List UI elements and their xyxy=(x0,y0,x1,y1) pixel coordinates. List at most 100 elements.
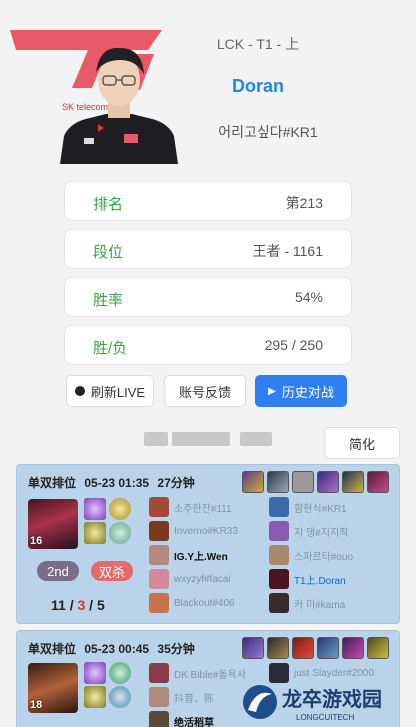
champion-level: 16 xyxy=(30,535,43,547)
secondary-rune-icon xyxy=(109,522,131,544)
player-name: T1上.Doran xyxy=(294,575,346,587)
list-item[interactable]: 스파르타#ouo xyxy=(269,543,353,567)
stat-value: 第213 xyxy=(285,195,323,211)
queue-type: 单双排位 xyxy=(28,476,77,490)
summoner-spell-icon xyxy=(84,662,106,684)
simplify-button[interactable]: 简化 xyxy=(324,427,400,459)
match-history-label: 历史对战 xyxy=(281,384,334,400)
item-build xyxy=(242,471,389,493)
player-name: 카 미#kama xyxy=(294,599,346,611)
league-team-role: LCK - T1 - 上 xyxy=(216,36,300,52)
refresh-live-button[interactable]: 刷新LIVE xyxy=(66,375,154,407)
player-name: wxyzyf#facai xyxy=(174,573,231,585)
deaths: 3 xyxy=(77,597,86,613)
player-header: SK telecom LCK - T1 - 上 Doran 어리고싶다#KR1 xyxy=(0,0,416,170)
summoner-spell-icon xyxy=(84,498,106,520)
assists: 5 xyxy=(96,597,105,613)
stat-label: 胜/负 xyxy=(93,340,128,357)
player-name: 소주한잔#111 xyxy=(174,503,232,515)
stat-value: 王者 - 1161 xyxy=(252,243,323,259)
keystone-rune-icon xyxy=(109,662,131,684)
stat-value: 54% xyxy=(294,289,323,305)
player-name: Blackout#406 xyxy=(174,597,235,609)
player-name: 绝活稻草 xyxy=(174,717,214,727)
keystone-rune-icon xyxy=(109,498,131,520)
player-name: 지 댕#지지직 xyxy=(294,527,349,539)
list-item[interactable]: 抖音、陈 xyxy=(149,685,246,709)
stat-winrate: 胜率 54% xyxy=(64,277,352,317)
left-team-list: DK Bible#돌욕사 抖音、陈 绝活稻草 xyxy=(149,661,246,727)
watermark-subtitle: LONGCUITECH xyxy=(296,713,354,722)
list-item[interactable]: Blackout#406 xyxy=(149,591,238,615)
kills: 11 xyxy=(51,597,66,613)
player-name: IG.Y上.Wen xyxy=(174,551,228,563)
champion-icon xyxy=(149,497,169,517)
list-item[interactable]: 소주한잔#111 xyxy=(149,495,238,519)
champion-portrait[interactable]: 16 xyxy=(28,499,78,549)
match-datetime: 05-23 01:35 xyxy=(84,476,150,490)
left-team-list: 소주한잔#111 Inverno#KR33 IG.Y上.Wen wxyzyf#f… xyxy=(149,495,238,615)
refresh-live-label: 刷新LIVE xyxy=(90,384,146,400)
list-item[interactable]: 绝活稻草 xyxy=(149,709,246,727)
match-card[interactable]: 单双排位 05-23 01:35 27分钟 16 2nd 双杀 11 / 3 /… xyxy=(16,464,400,624)
champion-portrait[interactable]: 18 xyxy=(28,663,78,713)
list-item[interactable]: IG.Y上.Wen xyxy=(149,543,238,567)
champion-icon xyxy=(269,569,289,589)
live-dot-icon xyxy=(74,386,85,396)
list-item[interactable]: 함현식#KR1 xyxy=(269,495,353,519)
list-item[interactable]: 지 댕#지지직 xyxy=(269,519,353,543)
list-item[interactable]: 카 미#kama xyxy=(269,591,353,615)
queue-type: 单双排位 xyxy=(28,642,77,656)
champion-icon xyxy=(149,569,169,589)
champion-icon xyxy=(149,593,169,613)
stat-value: 295 / 250 xyxy=(264,337,323,353)
match-history-button[interactable]: ▶ 历史对战 xyxy=(255,375,347,407)
champion-icon xyxy=(149,711,169,727)
match-duration: 27分钟 xyxy=(157,476,195,490)
match-duration: 35分钟 xyxy=(157,642,195,656)
item-icon xyxy=(367,637,389,659)
stat-label: 排名 xyxy=(93,196,124,213)
account-feedback-button[interactable]: 账号反馈 xyxy=(164,375,246,407)
stat-label: 段位 xyxy=(93,244,124,261)
champion-icon xyxy=(149,545,169,565)
champion-level: 18 xyxy=(30,699,43,711)
champion-icon xyxy=(149,663,169,683)
list-item[interactable]: DK Bible#돌욕사 xyxy=(149,661,246,685)
summoner-spell-icon xyxy=(84,686,106,708)
player-name: Inverno#KR33 xyxy=(174,525,238,537)
champion-icon xyxy=(269,545,289,565)
list-item[interactable]: wxyzyf#facai xyxy=(149,567,238,591)
blurred-text xyxy=(144,432,274,446)
item-icon xyxy=(267,637,289,659)
match-datetime: 05-23 00:45 xyxy=(84,642,150,656)
right-team-list: 함현식#KR1 지 댕#지지직 스파르타#ouo T1上.Doran 카 미#k… xyxy=(269,495,353,615)
champion-icon xyxy=(269,521,289,541)
list-item[interactable]: Inverno#KR33 xyxy=(149,519,238,543)
multikill-badge: 双杀 xyxy=(91,561,133,581)
champion-icon xyxy=(149,521,169,541)
player-name: just Slayder#2000 xyxy=(294,667,375,679)
item-icon xyxy=(342,637,364,659)
empty-item-slot xyxy=(292,471,314,493)
secondary-rune-icon xyxy=(109,686,131,708)
item-icon xyxy=(317,637,339,659)
item-build xyxy=(242,637,389,659)
riot-id: 어리고싶다#KR1 xyxy=(218,124,318,140)
watermark-title: 龙卒游戏园 xyxy=(282,687,382,711)
player-name: 함현식#KR1 xyxy=(294,503,347,515)
stat-win-loss: 胜/负 295 / 250 xyxy=(64,325,352,365)
item-icon xyxy=(242,471,264,493)
player-photo xyxy=(60,47,178,164)
match-meta: 单双排位 05-23 00:45 35分钟 xyxy=(28,640,200,657)
match-meta: 单双排位 05-23 01:35 27分钟 xyxy=(28,474,200,491)
player-name: 스파르타#ouo xyxy=(294,551,354,563)
item-icon xyxy=(267,471,289,493)
simplify-label: 简化 xyxy=(348,436,375,452)
list-item[interactable]: T1上.Doran xyxy=(269,567,353,591)
site-watermark: 龙卒游戏园 LONGCUITECH xyxy=(243,685,382,722)
placement-badge: 2nd xyxy=(37,561,79,581)
player-name[interactable]: Doran xyxy=(198,76,318,97)
stat-tier: 段位 王者 - 1161 xyxy=(64,229,352,269)
kda: 11 / 3 / 5 xyxy=(51,597,105,613)
